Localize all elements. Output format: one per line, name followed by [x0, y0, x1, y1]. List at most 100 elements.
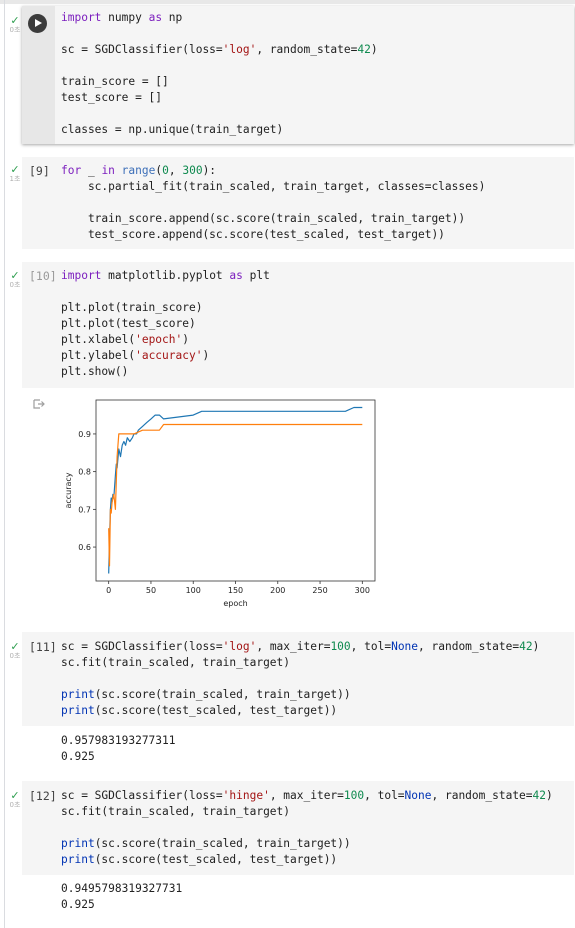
code-token: np [162, 11, 183, 24]
code-token: 42 [519, 640, 533, 653]
code-line: print(sc.score(test_scaled, test_target)… [61, 853, 337, 866]
execution-count: [12] [29, 789, 57, 803]
output-line: 0.9495798319327731 [61, 882, 183, 895]
code-token: (sc.score(test_scaled, test_target)) [94, 853, 338, 866]
code-line: for _ in range(0, 300): [61, 164, 216, 177]
code-token: test_score = [] [61, 91, 163, 104]
code-token: sc.partial_fit(train_scaled, train_targe… [61, 180, 486, 193]
code-token: as [148, 11, 163, 24]
code-token: numpy [101, 11, 149, 24]
code-editor[interactable]: import matplotlib.pyplot as plt plt.plot… [61, 268, 270, 380]
code-token: ): [202, 164, 217, 177]
code-token: sc = SGDClassifier(loss= [61, 640, 223, 653]
code-token: sc = SGDClassifier(loss= [61, 789, 223, 802]
code-token: 0 [162, 164, 169, 177]
code-line: plt.plot(train_score) [61, 301, 202, 314]
x-tick-label: 0 [106, 586, 111, 595]
code-editor[interactable]: sc = SGDClassifier(loss='log', max_iter=… [61, 639, 539, 719]
code-token: 100 [343, 789, 365, 802]
execution-count: [10] [29, 269, 57, 283]
code-token: print [61, 853, 95, 866]
code-token: print [61, 837, 95, 850]
code-line: plt.ylabel('accuracy') [61, 349, 209, 362]
y-axis-label: accuracy [64, 472, 73, 508]
code-editor[interactable]: sc = SGDClassifier(loss='hinge', max_ite… [61, 788, 553, 868]
cell-duration: 1초 [9, 175, 21, 183]
code-token: plt.plot(test_score) [61, 317, 196, 330]
check-icon: ✓ [10, 14, 20, 27]
code-token: , tol= [364, 789, 405, 802]
code-token: plt.xlabel( [61, 333, 136, 346]
cell-duration: 0초 [9, 26, 21, 34]
code-token: plt.ylabel( [61, 349, 136, 362]
code-token: 'accuracy' [135, 349, 203, 362]
code-token: , random_state= [418, 640, 520, 653]
code-token: , random_state= [256, 43, 358, 56]
code-line: plt.xlabel('epoch') [61, 333, 189, 346]
x-tick-label: 250 [312, 586, 327, 595]
code-line: sc = SGDClassifier(loss='log', random_st… [61, 43, 378, 56]
code-token: print [61, 704, 95, 717]
code-token: ) [202, 349, 210, 362]
code-token: import [61, 269, 102, 282]
code-token: 42 [532, 789, 547, 802]
code-token: test_score.append(sc.score(test_scaled, … [61, 228, 445, 241]
code-token: 100 [330, 640, 351, 653]
x-tick-label: 300 [355, 586, 370, 595]
y-tick-label: 0.6 [78, 543, 91, 552]
code-token: , tol= [350, 640, 392, 653]
run-cell-button[interactable] [28, 14, 47, 33]
code-token: 'hinge' [222, 789, 270, 802]
code-token: (sc.score(test_scaled, test_target)) [94, 704, 338, 717]
y-tick-label: 0.8 [78, 468, 91, 477]
code-line: classes = np.unique(train_target) [61, 123, 283, 136]
code-cell-4[interactable]: [11] sc = SGDClassifier(loss='log', max_… [22, 632, 574, 726]
code-token: ) [182, 333, 189, 346]
code-token: 42 [357, 43, 371, 56]
code-line: sc = SGDClassifier(loss='hinge', max_ite… [61, 789, 553, 802]
code-token: ) [532, 640, 540, 653]
code-line: print(sc.score(train_scaled, train_targe… [61, 688, 351, 701]
toolbar-divider [0, 0, 575, 4]
code-token: (sc.score(train_scaled, train_target)) [94, 837, 351, 850]
code-token: import [61, 11, 102, 24]
code-token: range [121, 164, 156, 177]
cell-duration: 0초 [9, 801, 21, 809]
code-cell-5[interactable]: [12] sc = SGDClassifier(loss='hinge', ma… [22, 781, 574, 875]
code-token: (sc.score(train_scaled, train_target)) [94, 688, 351, 701]
x-tick-label: 50 [146, 586, 156, 595]
check-icon: ✓ [10, 163, 20, 176]
code-editor[interactable]: for _ in range(0, 300): sc.partial_fit(t… [61, 163, 485, 243]
cell-output: 0.9495798319327731 0.925 [61, 881, 182, 913]
code-token: , random_state= [431, 789, 533, 802]
code-token: , [168, 164, 183, 177]
code-token: 'epoch' [135, 333, 183, 346]
cell-focus-bar [4, 0, 5, 928]
execution-count: [11] [29, 640, 57, 654]
output-arrow-icon[interactable] [33, 399, 45, 409]
code-line: test_score.append(sc.score(test_scaled, … [61, 228, 445, 241]
cell-status: ✓ 0초 [7, 790, 23, 809]
code-token: sc.fit(train_scaled, train_target) [61, 656, 291, 669]
y-tick-label: 0.9 [78, 430, 91, 439]
code-line: sc.partial_fit(train_scaled, train_targe… [61, 180, 485, 193]
code-cell-3[interactable]: [10] import matplotlib.pyplot as plt plt… [22, 262, 574, 388]
code-line: print(sc.score(test_scaled, test_target)… [61, 704, 337, 717]
code-cell-2[interactable]: [9] for _ in range(0, 300): sc.partial_f… [22, 157, 574, 249]
x-tick-label: 200 [270, 586, 285, 595]
cell-status: ✓ 0초 [7, 270, 23, 289]
code-line: train_score = [] [61, 75, 169, 88]
code-editor[interactable]: import numpy as np sc = SGDClassifier(lo… [61, 10, 378, 138]
code-token: train_score = [] [61, 75, 169, 88]
code-cell-1[interactable]: import numpy as np sc = SGDClassifier(lo… [22, 6, 574, 144]
code-token: _ [81, 164, 102, 177]
code-token: ) [546, 789, 553, 802]
cell-status: ✓ 0초 [7, 15, 23, 34]
code-token: train_score.append(sc.score(train_scaled… [61, 212, 466, 225]
check-icon: ✓ [10, 640, 20, 653]
accuracy-line-chart: 0 50 100 150 200 250 300 0.6 0.7 0.8 0.9 epoch acc… [64, 399, 376, 608]
output-line: 0.925 [61, 750, 95, 763]
code-line: train_score.append(sc.score(train_scaled… [61, 212, 465, 225]
x-axis-label: epoch [223, 599, 247, 608]
